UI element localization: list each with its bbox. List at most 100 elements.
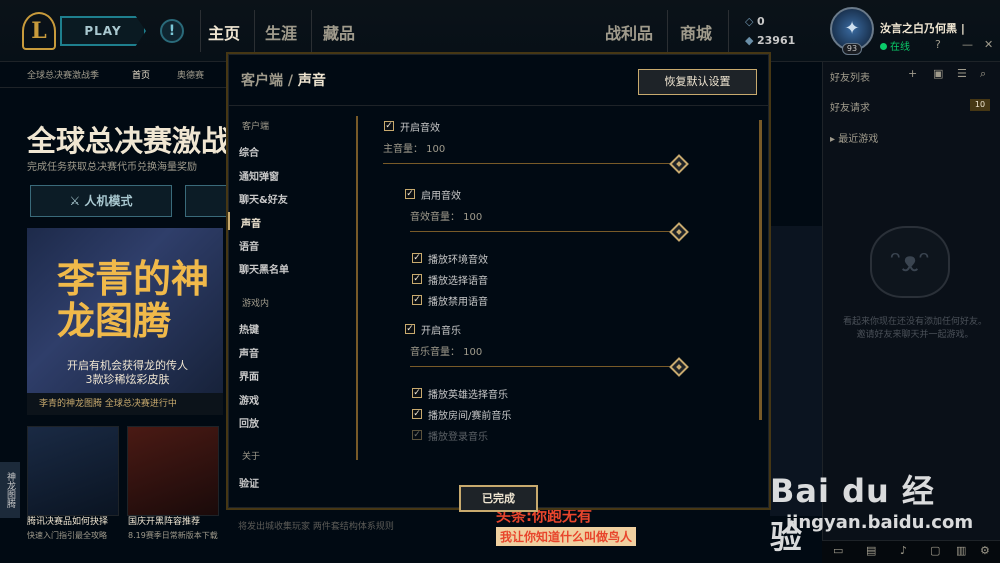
hero-title: 全球总决赛激战季 (27, 124, 227, 158)
sidebar-item-chat-blacklist[interactable]: 聊天黑名单 (239, 261, 289, 276)
nav-home[interactable]: 主页 (208, 20, 240, 44)
riot-points-icon: ◆ (745, 34, 754, 47)
sidebar-item-chat-friends[interactable]: 聊天&好友 (239, 191, 288, 206)
nav-store[interactable]: 商城 (680, 20, 712, 44)
enable-audio-label: 启用音效 (421, 191, 461, 202)
news-caption[interactable]: 国庆开黑阵容推荐 (128, 514, 223, 527)
lobby-music-checkbox[interactable]: ✓ (412, 409, 422, 419)
news-ticker[interactable]: 将发出城收集玩家 两件套结构体系规则 (238, 519, 394, 532)
nav-divider (200, 10, 201, 52)
settings-header: 客户端 / 声音 恢复默认设置 (228, 54, 769, 106)
settings-icon[interactable]: ⚙ (980, 544, 990, 557)
enable-music-label: 开启音乐 (421, 326, 461, 337)
sidebar-item-notifications[interactable]: 通知弹窗 (239, 168, 279, 183)
news-subcaption: 8.19赛季日常新版本下载 (128, 531, 218, 540)
music-volume-knob[interactable] (669, 357, 689, 377)
sidebar-item-ingame-sound[interactable]: 声音 (239, 345, 259, 360)
settings-scrollbar[interactable] (759, 120, 762, 420)
mode-button-secondary[interactable] (185, 185, 227, 217)
sidebar-active-indicator (228, 212, 230, 230)
banner-subtitle: 开启有机会获得龙的传人 3款珍稀炫彩皮肤 (67, 359, 188, 386)
nav-loot[interactable]: 战利品 (605, 20, 653, 44)
side-event-tab[interactable]: 神龙图腾 (0, 462, 20, 518)
status-label: 在线 (890, 42, 910, 53)
coop-vs-ai-label: 人机模式 (84, 194, 133, 208)
breadcrumb-separator: / (283, 73, 298, 89)
sidebar-item-general[interactable]: 综合 (239, 144, 259, 159)
subnav-worlds[interactable]: 全球总决赛激战季 (27, 68, 99, 81)
coop-vs-ai-button[interactable]: ⚔ 人机模式 (30, 185, 172, 217)
restore-defaults-button[interactable]: 恢复默认设置 (638, 69, 757, 95)
blue-essence-display: ◇ 0 (745, 15, 765, 28)
login-music-checkbox[interactable]: ✓ (412, 430, 422, 440)
hero-subtitle: 完成任务获取总决赛代币兑换海量奖励 (27, 162, 197, 173)
add-friend-icon[interactable]: + (908, 67, 917, 80)
friend-requests-label[interactable]: 好友请求 (830, 99, 870, 114)
minimize-icon[interactable]: — (962, 38, 973, 51)
sword-icon: ⚔ (69, 194, 85, 208)
league-logo-icon[interactable]: L (22, 12, 56, 50)
news-subcaption: 快速入门指引最全攻略 (27, 531, 107, 540)
news-caption[interactable]: 腾讯决赛品如何抉择 (27, 514, 122, 527)
master-volume-label: 主音量： 100 (383, 144, 446, 155)
sidebar-item-game[interactable]: 游戏 (239, 392, 259, 407)
master-volume-slider[interactable] (383, 163, 683, 164)
nav-divider (667, 10, 668, 52)
enable-music-checkbox[interactable]: ✓ (405, 324, 415, 334)
music-volume-slider[interactable] (410, 366, 683, 367)
master-volume-knob[interactable] (669, 154, 689, 174)
banner-tabs[interactable]: 李青的神龙图腾 全球总决赛进行中 (27, 393, 223, 415)
settings-breadcrumb: 客户端 / 声音 (241, 70, 326, 90)
breadcrumb-parent: 客户端 (241, 73, 283, 89)
sidebar-item-verification[interactable]: 验证 (239, 475, 259, 490)
friends-empty-text: 看起来你现在还没有添加任何好友。邀请好友来聊天并一起游戏。 (842, 317, 987, 340)
sidebar-item-voice[interactable]: 语音 (239, 238, 259, 253)
alert-icon[interactable]: ! (160, 19, 184, 43)
play-button[interactable]: PLAY (60, 16, 146, 46)
done-button[interactable]: 已完成 (459, 485, 538, 512)
subnav-odyssey[interactable]: 奥德赛 (177, 68, 204, 81)
news-thumbnail[interactable] (127, 426, 219, 516)
enable-sfx-label: 开启音效 (400, 123, 440, 134)
blue-essence-value: 0 (757, 15, 765, 28)
sidebar-item-sound[interactable]: 声音 (241, 215, 261, 230)
blue-essence-icon: ◇ (745, 15, 754, 28)
subnav-home[interactable]: 首页 (132, 68, 150, 81)
summoner-status[interactable]: 在线 (880, 38, 910, 53)
online-dot-icon (880, 43, 887, 50)
settings-modal: 客户端 / 声音 恢复默认设置 客户端 综合 通知弹窗 聊天&好友 声音 语音 … (226, 52, 771, 510)
summoner-level-badge: 93 (842, 43, 862, 55)
nav-divider (728, 10, 729, 52)
event-banner[interactable]: 李青的神龙图腾 开启有机会获得龙的传人 3款珍稀炫彩皮肤 (27, 228, 223, 393)
nav-career[interactable]: 生涯 (265, 20, 297, 44)
ban-voice-checkbox[interactable]: ✓ (412, 295, 422, 305)
pick-voice-label: 播放选择语音 (428, 276, 488, 287)
pick-voice-checkbox[interactable]: ✓ (412, 274, 422, 284)
folder-icon[interactable]: ▣ (933, 67, 943, 80)
news-thumbnail[interactable] (27, 426, 119, 516)
recent-games-toggle[interactable]: ▸ 最近游戏 (830, 130, 878, 145)
poro-mascot-icon: ᵔᴥᵔ (870, 226, 950, 298)
lobby-music-label: 播放房间/赛前音乐 (428, 411, 512, 422)
ban-voice-label: 播放禁用语音 (428, 297, 488, 308)
sfx-volume-slider[interactable] (410, 231, 683, 232)
enable-audio-checkbox[interactable]: ✓ (405, 189, 415, 199)
sidebar-item-interface[interactable]: 界面 (239, 368, 259, 383)
list-view-icon[interactable]: ☰ (957, 67, 967, 80)
champ-select-music-checkbox[interactable]: ✓ (412, 388, 422, 398)
help-icon[interactable]: ? (935, 38, 941, 51)
sound-settings-content: ✓ 开启音效 主音量： 100 ✓ 启用音效 音效音量： 100 ✓ 播放环境音… (368, 107, 768, 487)
promo-tagline: 我让你知道什么叫做鸟人 (496, 527, 637, 546)
enable-sfx-checkbox[interactable]: ✓ (384, 121, 394, 131)
sidebar-item-replays[interactable]: 回放 (239, 415, 259, 430)
ambient-sound-checkbox[interactable]: ✓ (412, 253, 422, 263)
sidebar-group-client: 客户端 (242, 122, 270, 132)
nav-collection[interactable]: 藏品 (323, 20, 355, 44)
login-music-label: 播放登录音乐 (428, 432, 488, 443)
sidebar-group-about: 关于 (242, 452, 261, 462)
search-icon[interactable]: ⌕ (980, 67, 986, 81)
summoner-name[interactable]: 汝言之白乃何黑 | (880, 20, 965, 36)
close-icon[interactable]: ✕ (984, 38, 993, 51)
sfx-volume-knob[interactable] (669, 222, 689, 242)
sidebar-item-hotkeys[interactable]: 热键 (239, 321, 259, 336)
